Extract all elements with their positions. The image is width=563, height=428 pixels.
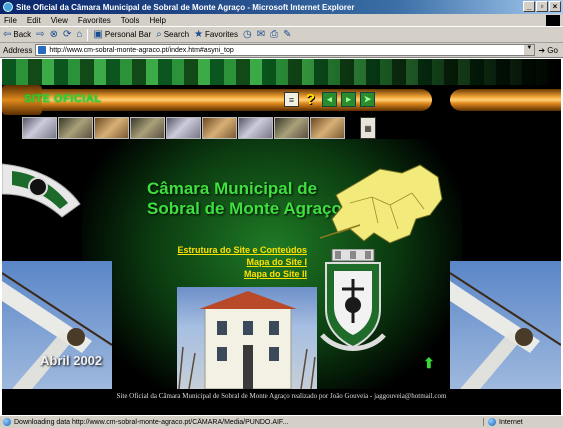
pipe-icon-group: ≡ ? ◂ ▸ ➤	[284, 91, 375, 108]
search-label: Search	[163, 30, 190, 39]
go-arrow-icon: ➔	[538, 45, 546, 55]
stop-button[interactable]: ⊗	[50, 29, 58, 40]
print-button[interactable]: ⎙	[270, 29, 278, 40]
back-label: Back	[13, 30, 32, 39]
status-text-area: Downloading data http://www.cm-sobral-mo…	[0, 418, 483, 426]
forward-button[interactable]: ⇨	[36, 29, 44, 40]
town-hall-photo	[177, 287, 317, 389]
personal-bar-label: Personal Bar	[104, 30, 152, 39]
play-arrow-icon[interactable]: ➤	[360, 92, 375, 107]
footer-credit: Site Oficial da Câmara Municipal de Sobr…	[116, 392, 447, 400]
favorites-label: Favorites	[205, 30, 238, 39]
forward-arrow-icon: ⇨	[36, 29, 45, 40]
help-question-icon[interactable]: ?	[303, 91, 318, 108]
site-links: Estrutura do Site e Conteúdos Mapa do Si…	[157, 244, 307, 280]
site-structure-link[interactable]: Estrutura do Site e Conteúdos	[157, 244, 307, 256]
zone-label: Internet	[499, 418, 523, 426]
go-label: Go	[547, 45, 558, 55]
refresh-button[interactable]: ⟳	[63, 29, 71, 40]
personal-bar-button[interactable]: ▣ Personal Bar	[93, 29, 151, 40]
next-nav-icon[interactable]: ▸	[341, 92, 356, 107]
security-zone: Internet	[483, 418, 563, 426]
window-controls: _ ▫ ×	[523, 1, 561, 12]
edit-button[interactable]: ✎	[283, 29, 291, 40]
thumbnail-image[interactable]	[58, 117, 93, 139]
stop-icon: ⊗	[49, 29, 58, 40]
menu-file[interactable]: File	[4, 16, 17, 25]
thumbnail-image[interactable]	[166, 117, 201, 139]
page-viewport: SITE OFICIAL ≡ ? ◂ ▸ ➤ ▦ Câmara Municipa…	[2, 59, 561, 415]
internet-zone-icon	[488, 418, 496, 426]
address-dropdown-icon[interactable]: ▼	[524, 45, 535, 55]
minimize-button[interactable]: _	[523, 1, 535, 12]
maximize-button[interactable]: ▫	[536, 1, 548, 12]
page-doc-icon[interactable]: ≡	[284, 92, 299, 107]
menu-edit[interactable]: Edit	[27, 16, 41, 25]
window-title: Site Oficial da Câmara Municipal de Sobr…	[16, 2, 355, 12]
thumbnail-strip	[22, 117, 345, 139]
title-line-2: Sobral de Monte Agraço	[147, 199, 342, 218]
sitemap-2-link[interactable]: Mapa do Site II	[157, 268, 307, 280]
windmill-photo-right	[450, 261, 561, 389]
refresh-icon: ⟳	[62, 29, 72, 40]
thumbnail-image[interactable]	[274, 117, 309, 139]
thumbnail-image[interactable]	[202, 117, 237, 139]
history-icon: ◷	[242, 29, 252, 40]
thumbnail-image[interactable]	[310, 117, 345, 139]
search-icon: ⌕	[156, 29, 162, 40]
site-official-label: SITE OFICIAL	[24, 93, 102, 105]
search-button[interactable]: ⌕ Search	[156, 29, 189, 40]
personal-bar-icon: ▣	[93, 29, 103, 40]
mail-button[interactable]: ✉	[257, 29, 265, 40]
status-bar: Downloading data http://www.cm-sobral-mo…	[0, 415, 563, 428]
previous-nav-icon[interactable]: ◂	[322, 92, 337, 107]
internet-explorer-icon	[3, 2, 13, 12]
print-icon: ⎙	[270, 29, 279, 40]
favorites-icon: ★	[194, 29, 204, 40]
menu-help[interactable]: Help	[149, 16, 165, 25]
history-button[interactable]: ◷	[243, 29, 252, 40]
mail-icon: ✉	[256, 29, 266, 40]
navigation-toolbar: ⇦ Back ⇨ ⊗ ⟳ ⌂ ▣ Personal Bar ⌕ Search ★…	[0, 27, 563, 43]
municipality-title: Câmara Municipal de Sobral de Monte Agra…	[147, 179, 342, 219]
header-banner-image	[2, 59, 561, 85]
menu-view[interactable]: View	[51, 16, 68, 25]
toolbar-separator	[87, 28, 89, 41]
loading-page-icon	[3, 418, 11, 426]
thumbnail-image[interactable]	[22, 117, 57, 139]
status-text: Downloading data http://www.cm-sobral-mo…	[14, 418, 289, 426]
windows-logo-icon	[546, 15, 560, 26]
title-line-1: Câmara Municipal de	[147, 179, 318, 198]
flying-emblem-image	[2, 163, 81, 218]
close-button[interactable]: ×	[549, 1, 561, 12]
address-label: Address	[3, 45, 33, 55]
home-button[interactable]: ⌂	[76, 29, 82, 40]
thumbnail-image[interactable]	[130, 117, 165, 139]
page-icon	[38, 46, 47, 54]
favorites-button[interactable]: ★ Favorites	[194, 29, 238, 40]
menu-bar: File Edit View Favorites Tools Help	[0, 14, 563, 27]
edition-date: Abril 2002	[40, 353, 103, 368]
sitemap-1-link[interactable]: Mapa do Site I	[157, 256, 307, 268]
calculator-icon[interactable]: ▦	[360, 117, 376, 139]
window-titlebar: Site Oficial da Câmara Municipal de Sobr…	[0, 0, 563, 14]
address-bar: Address http://www.cm-sobral-monte-agrac…	[0, 43, 563, 58]
menu-favorites[interactable]: Favorites	[78, 16, 111, 25]
edit-icon: ✎	[283, 29, 292, 40]
back-to-top-arrow-icon[interactable]: ⬆	[423, 355, 435, 372]
page-footer: Site Oficial da Câmara Municipal de Sobr…	[2, 389, 561, 415]
back-arrow-icon: ⇦	[3, 29, 12, 40]
region-map-image	[320, 164, 443, 244]
home-icon: ⌂	[76, 29, 83, 40]
menu-tools[interactable]: Tools	[121, 16, 140, 25]
navigation-pipe-right	[450, 89, 561, 111]
coat-of-arms-image	[320, 249, 386, 351]
address-input[interactable]: http://www.cm-sobral-monte-agraco.pt/ind…	[35, 44, 536, 56]
address-url: http://www.cm-sobral-monte-agraco.pt/ind…	[49, 46, 234, 54]
back-button[interactable]: ⇦ Back	[3, 29, 31, 40]
thumbnail-image[interactable]	[238, 117, 273, 139]
thumbnail-image[interactable]	[94, 117, 129, 139]
go-button[interactable]: ➔ Go	[538, 46, 558, 55]
windmill-photo-left	[2, 261, 112, 389]
